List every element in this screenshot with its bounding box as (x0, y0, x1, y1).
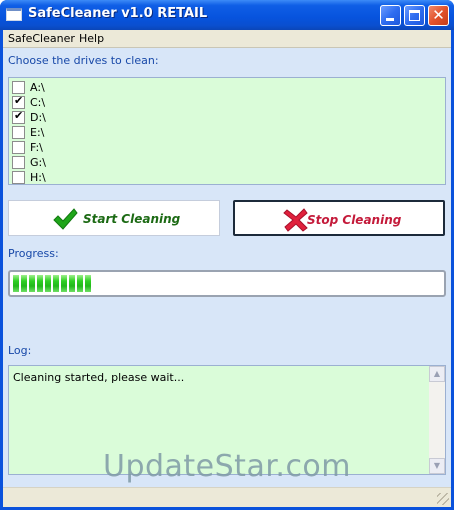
close-button[interactable]: ✕ (428, 5, 449, 26)
drive-label: G:\ (30, 156, 46, 169)
resize-grip-icon[interactable] (437, 493, 449, 505)
drive-checkbox[interactable] (12, 171, 25, 184)
title-bar[interactable]: SafeCleaner v1.0 RETAIL ✕ (0, 0, 454, 30)
drive-label: D:\ (30, 111, 46, 124)
stop-cleaning-button[interactable]: Stop Cleaning (233, 200, 445, 236)
log-label: Log: (8, 344, 32, 357)
window-title: SafeCleaner v1.0 RETAIL (28, 6, 208, 21)
progress-segment (69, 275, 75, 292)
app-window: SafeCleaner v1.0 RETAIL ✕ SafeCleaner He… (0, 0, 454, 510)
drive-item[interactable]: G:\ (12, 155, 212, 170)
drive-item[interactable]: E:\ (12, 125, 212, 140)
start-cleaning-button[interactable]: Start Cleaning (8, 200, 220, 236)
drive-label: A:\ (30, 81, 45, 94)
checkmark-icon (53, 208, 78, 230)
progress-segment (85, 275, 91, 292)
progress-segment (45, 275, 51, 292)
menu-help[interactable]: Help (79, 32, 104, 45)
progress-segment (61, 275, 67, 292)
progress-label: Progress: (8, 247, 59, 260)
drive-item[interactable]: ✔ C:\ (12, 94, 212, 110)
maximize-icon (409, 10, 420, 21)
close-icon: ✕ (432, 6, 445, 24)
check-icon: ✔ (14, 94, 24, 107)
drive-label: C:\ (30, 96, 46, 109)
progress-segment (37, 275, 43, 292)
drive-checkbox[interactable] (12, 126, 25, 139)
progress-bar (8, 270, 446, 297)
progress-segment (77, 275, 83, 292)
progress-segment (53, 275, 59, 292)
drive-item[interactable]: F:\ (12, 140, 212, 155)
scroll-up-icon[interactable]: ▲ (429, 366, 445, 382)
drive-item[interactable]: ✔ D:\ (12, 109, 212, 125)
menu-bar: SafeCleaner Help (3, 30, 451, 48)
stop-cleaning-label: Stop Cleaning (307, 213, 402, 227)
minimize-button[interactable] (380, 5, 401, 26)
x-mark-icon (283, 208, 308, 232)
drive-checkbox[interactable] (12, 81, 25, 94)
check-icon: ✔ (14, 109, 24, 122)
drive-checkbox[interactable] (12, 156, 25, 169)
drives-label: Choose the drives to clean: (8, 54, 159, 67)
progress-segment (29, 275, 35, 292)
drive-checkbox[interactable]: ✔ (12, 94, 25, 109)
start-cleaning-label: Start Cleaning (83, 212, 181, 226)
minimize-icon (386, 18, 394, 21)
menu-safecleaner[interactable]: SafeCleaner (8, 32, 75, 45)
drive-item[interactable]: H:\ (12, 170, 212, 185)
drive-item[interactable]: A:\ (12, 80, 212, 95)
progress-fill (13, 275, 95, 292)
progress-segment (21, 275, 27, 292)
drive-list: A:\ ✔ C:\ ✔ D:\ E:\ F:\ G:\ H:\ (8, 77, 446, 185)
progress-segment (13, 275, 19, 292)
status-bar (3, 487, 451, 507)
drive-checkbox[interactable] (12, 141, 25, 154)
drive-label: H:\ (30, 171, 46, 184)
maximize-button[interactable] (404, 5, 425, 26)
drive-checkbox[interactable]: ✔ (12, 109, 25, 124)
window-icon[interactable] (6, 8, 22, 21)
drive-label: F:\ (30, 141, 43, 154)
watermark: UpdateStar.com (102, 449, 352, 484)
drive-label: E:\ (30, 126, 45, 139)
log-text: Cleaning started, please wait... (13, 371, 185, 384)
client-area: SafeCleaner Help Choose the drives to cl… (3, 30, 451, 507)
